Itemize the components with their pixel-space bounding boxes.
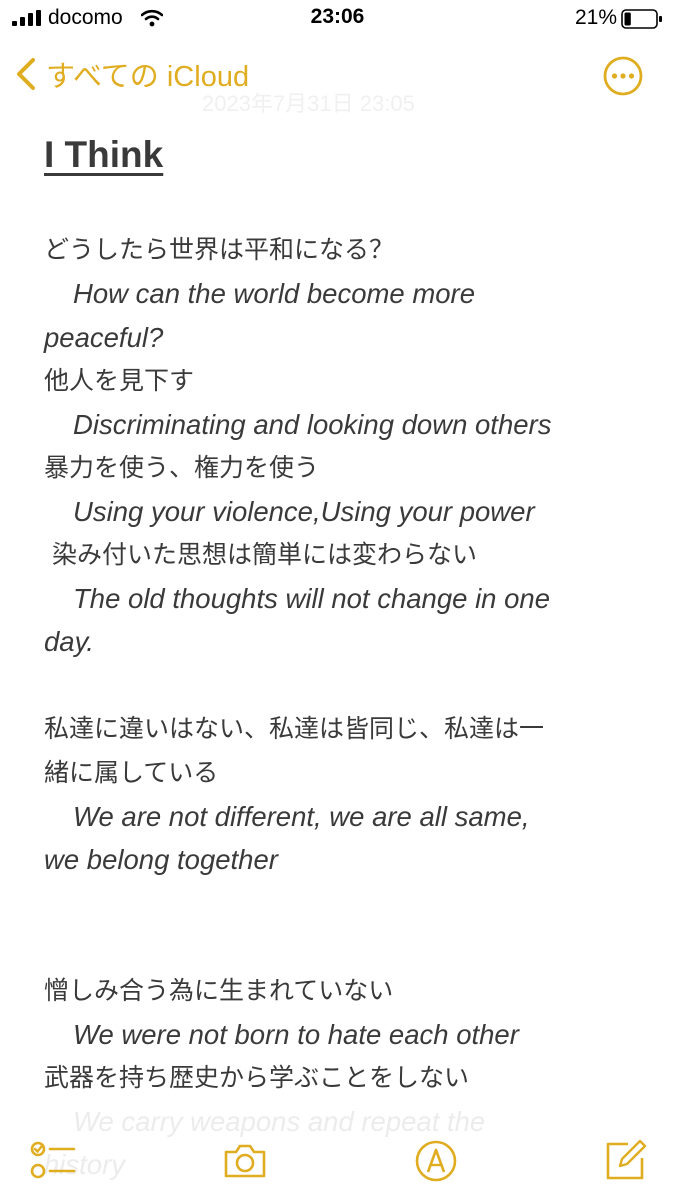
note-line: 武器を持ち歴史から学ぶことをしない [44,1063,470,1092]
note-line: どうしたら世界は平和になる？ [44,235,395,264]
note-line: peaceful? [44,322,164,353]
note-line: Discriminating and looking down others [73,409,552,440]
note-line: How can the world become more [73,278,475,309]
navigation-bar: すべての iCloud 2023年7月31日 23:05 [0,40,675,116]
status-time: 23:06 [310,5,365,28]
note-title[interactable]: I Think [44,134,163,176]
note-line: Using your violence,Using your power [73,496,535,527]
more-options-icon[interactable] [603,56,643,96]
note-line: 他人を見下す [44,366,195,395]
note-line: We were not born to hate each other [73,1019,519,1050]
camera-icon[interactable] [222,1138,268,1184]
battery-percent: 21% [574,6,617,29]
note-line: 緒に属している [44,758,219,787]
note-line: day. [44,626,94,657]
compose-icon[interactable] [602,1138,648,1184]
note-line: 暴力を使う、権力を使う [44,453,320,482]
checklist-icon[interactable] [30,1138,76,1184]
note-line: 憎しみ合う為に生まれていない [44,976,394,1005]
note-line: we belong together [44,844,278,875]
note-line: 染み付いた思想は簡単には変わらない [44,540,477,569]
note-line: 私達に違いはない、私達は皆同じ、私達は一 [44,714,545,743]
note-date: 2023年7月31日 23:05 [202,91,415,116]
note-line: We are not different, we are all same, [73,801,530,832]
markup-icon[interactable] [413,1138,459,1184]
status-bar: docomo 23:06 21% [0,0,675,40]
note-line: The old thoughts will not change in one [73,583,550,614]
bottom-toolbar [0,1120,675,1200]
chevron-left-icon [17,58,35,90]
battery-icon [621,9,662,29]
